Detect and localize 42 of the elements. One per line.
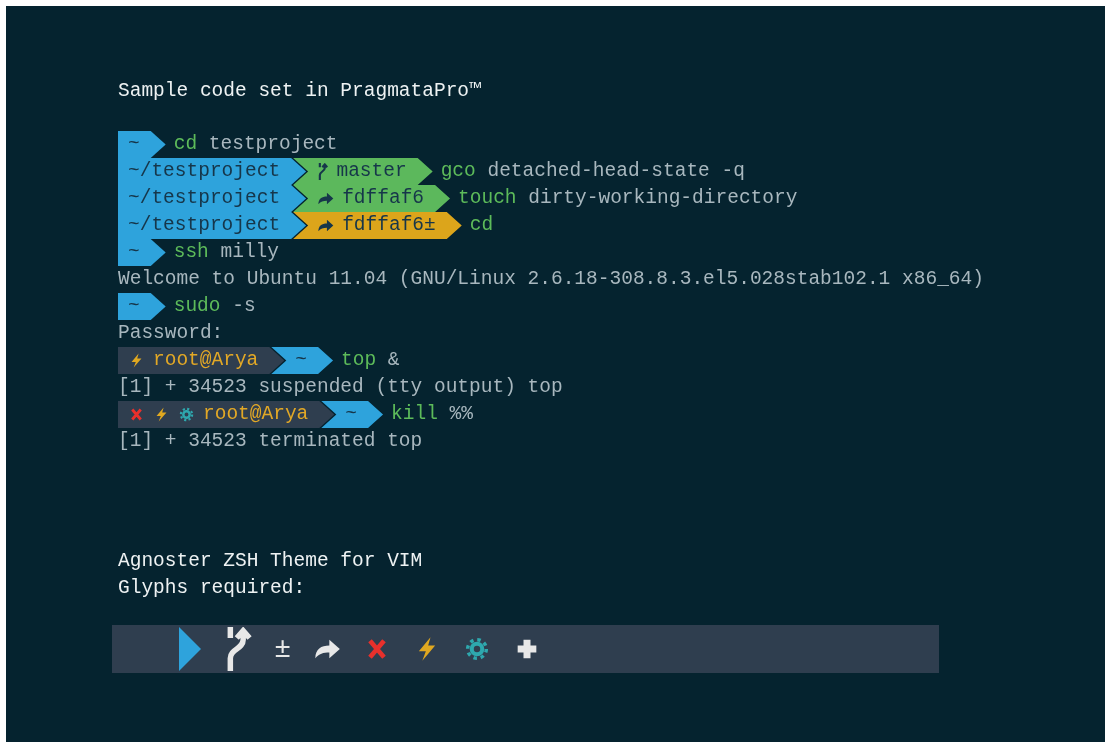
output-line: [1] + 34523 terminated top (117, 429, 424, 454)
command-name: cd (469, 213, 494, 238)
heading-text: Sample code set in PragmataPro™ (117, 79, 482, 104)
arrow-icon (317, 217, 335, 234)
cross-icon (128, 406, 145, 423)
branch-icon (317, 163, 329, 180)
segment-label: ~ (128, 294, 140, 319)
segment-label: fdffaf6± (342, 213, 436, 238)
command-args: %% (449, 402, 473, 427)
segment-label: ~/testproject (128, 186, 281, 211)
command-args: dirty-working-directory (528, 186, 798, 211)
caption-text: Glyphs required: (117, 576, 307, 601)
triangle-icon (179, 627, 201, 671)
command-name: kill (391, 402, 438, 427)
command-args: milly (220, 240, 279, 265)
command-args: & (387, 348, 400, 373)
command-args: detached-head-state -q (487, 159, 745, 184)
command-args: -s (232, 294, 256, 319)
segment-label: master (336, 159, 407, 184)
segment-label: ~/testproject (128, 213, 281, 238)
command-args: testproject (208, 132, 338, 157)
segment-label: root@Arya (153, 348, 259, 373)
plus-minus-sign: ± (274, 633, 292, 665)
command-name: sudo (173, 294, 221, 319)
command-name: top (341, 348, 377, 373)
command-name: gco (440, 159, 476, 184)
output-line: Welcome to Ubuntu 11.04 (GNU/Linux 2.6.18-308.8.3.el5.028stab102.1 x86_64) (117, 267, 985, 292)
segment-label: ~ (345, 402, 358, 427)
segment-label: ~ (128, 240, 140, 265)
segment-label: ~ (128, 132, 140, 157)
command-name: touch (458, 186, 517, 211)
output-line: [1] + 34523 suspended (tty output) top (117, 375, 564, 400)
gear-icon (178, 406, 195, 423)
output-line: Password: (117, 321, 225, 346)
segment-label: ~/testproject (128, 159, 281, 184)
segment-label: ~ (295, 348, 308, 373)
segment-label: fdffaf6 (342, 186, 425, 211)
command-name: ssh (173, 240, 209, 265)
arrow-icon (317, 190, 335, 207)
command-name: cd (173, 132, 198, 157)
caption-text: Agnoster ZSH Theme for VIM (117, 549, 424, 574)
segment-label: root@Arya (203, 402, 309, 427)
